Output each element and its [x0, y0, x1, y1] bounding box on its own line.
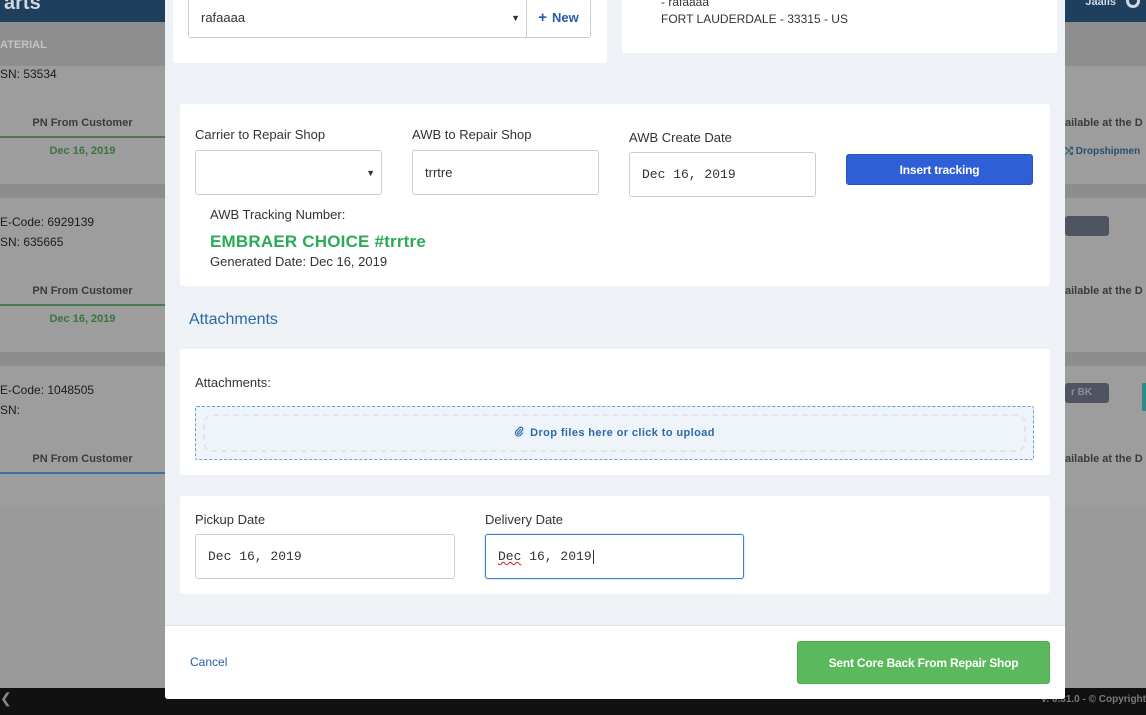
paperclip-icon	[514, 426, 524, 440]
tab-pn-from-customer: PN From Customer	[32, 285, 133, 297]
row-sn: SN: 635665	[0, 235, 64, 249]
new-shop-button[interactable]: + New	[526, 0, 591, 38]
dropshipment-label: Dropshipmen	[1075, 146, 1141, 157]
repair-shop-select[interactable]: rafaaaa ▼	[188, 0, 527, 38]
delivery-date-month: Dec	[498, 549, 522, 564]
pickup-date-label: Pickup Date	[195, 512, 266, 527]
status-badge	[1065, 216, 1109, 236]
row-sn: SN: 53534	[0, 67, 57, 81]
carrier-label: Carrier to Repair Shop	[195, 127, 326, 142]
carrier-select[interactable]: ▼	[195, 150, 382, 195]
dropshipment-link: ⤭ Dropshipmen	[1065, 146, 1141, 157]
tab-pn-from-customer: PN From Customer	[32, 453, 133, 465]
file-dropzone[interactable]: Drop files here or click to upload	[195, 406, 1034, 460]
awb-number-value: EMBRAER CHOICE #trrtre	[210, 232, 426, 251]
awb-input[interactable]: trrtre	[412, 150, 599, 195]
row-ecode: E-Code: 6929139	[0, 215, 95, 229]
subbar-label: ATERIAL	[0, 39, 47, 51]
tab-underline	[0, 472, 165, 474]
tab-underline	[0, 304, 165, 306]
attachments-label: Attachments:	[195, 375, 271, 390]
dropzone-area: Drop files here or click to upload	[203, 414, 1026, 452]
delivery-date-input[interactable]: Dec 16, 2019	[485, 534, 744, 579]
tab-underline	[0, 136, 165, 138]
attachments-section-title: Attachments	[189, 311, 278, 328]
modal-dialog: rafaaaa ▼ + New - rafaaaa FORT LAUDERDAL…	[165, 0, 1065, 699]
row-action-bar	[1142, 383, 1146, 411]
row-availability: ailable at the D	[1065, 285, 1143, 297]
row-date: Dec 16, 2019	[49, 145, 116, 157]
tab-pn-from-customer: PN From Customer	[32, 117, 133, 129]
delivery-date-label: Delivery Date	[485, 512, 564, 527]
attachments-panel: Attachments: Drop files here or click to…	[180, 349, 1050, 475]
chevron-down-icon: ▼	[366, 167, 375, 178]
dates-panel: Pickup Date Dec 16, 2019 Delivery Date D…	[180, 496, 1050, 594]
pickup-date-input[interactable]: Dec 16, 2019	[195, 534, 455, 579]
topbar-user-name: Jaalis	[1085, 0, 1116, 8]
row-availability: ailable at the D	[1065, 453, 1143, 465]
repair-shop-select-value: rafaaaa	[201, 10, 246, 25]
insert-tracking-button[interactable]: Insert tracking	[846, 154, 1033, 185]
awb-date-input[interactable]: Dec 16, 2019	[629, 152, 816, 197]
shop-address-panel: - rafaaaa FORT LAUDERDALE - 33315 - US	[622, 0, 1057, 53]
awb-number-label: AWB Tracking Number:	[210, 207, 346, 222]
plus-icon: +	[538, 9, 548, 26]
generated-date: Generated Date: Dec 16, 2019	[210, 254, 388, 269]
row-ecode: E-Code: 1048505	[0, 383, 95, 397]
status-badge: r BK	[1065, 383, 1109, 403]
row-availability: ailable at the D	[1065, 117, 1143, 129]
delivery-date-rest: 16, 2019	[521, 549, 592, 564]
chevron-down-icon: ▼	[511, 12, 520, 23]
app-brand: arts	[4, 0, 41, 14]
text-cursor	[592, 549, 594, 564]
gear-icon	[1126, 0, 1140, 8]
tracking-panel: Carrier to Repair Shop ▼ AWB to Repair S…	[180, 104, 1050, 286]
row-sn: SN:	[0, 403, 21, 417]
awb-date-label: AWB Create Date	[629, 130, 732, 145]
chevron-left-icon: ❮	[0, 690, 12, 706]
repair-shop-panel: rafaaaa ▼ + New	[173, 0, 607, 63]
sent-core-back-button[interactable]: Sent Core Back From Repair Shop	[797, 641, 1050, 684]
new-shop-label: New	[552, 10, 579, 25]
address-city: FORT LAUDERDALE - 33315 - US	[661, 12, 848, 26]
modal-footer: Cancel Sent Core Back From Repair Shop	[165, 626, 1065, 699]
row-date: Dec 16, 2019	[49, 313, 116, 325]
cancel-button[interactable]: Cancel	[190, 655, 227, 669]
address-line: - rafaaaa	[661, 0, 710, 9]
dropzone-text: Drop files here or click to upload	[530, 427, 715, 439]
awb-label: AWB to Repair Shop	[412, 127, 532, 142]
